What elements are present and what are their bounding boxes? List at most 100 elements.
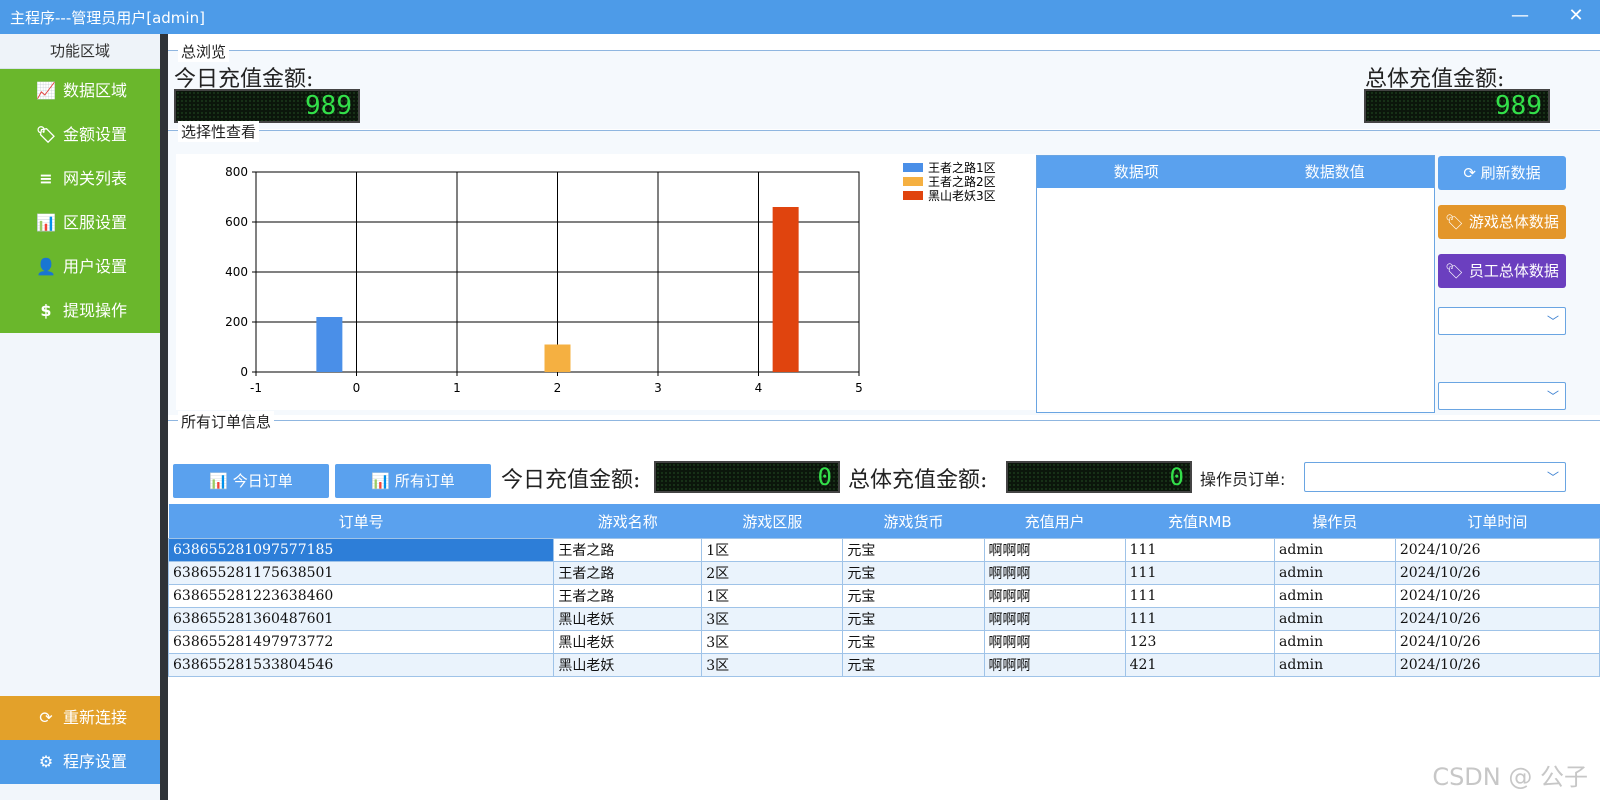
column-header[interactable]: 订单号 [168,504,554,539]
table-row[interactable]: 638655281360487601 黑山老妖 3区 元宝 啊啊啊 111 admin 202… [167,607,1600,631]
table-cell: 2024/10/26 [1394,653,1600,677]
table-row[interactable]: 638655281533804546 黑山老妖 3区 元宝 啊啊啊 421 admin 202… [167,653,1600,677]
sidebar-item-2[interactable]: ≡ 网关列表 [0,157,160,201]
refresh-data-button[interactable]: ⟳ 刷新数据 [1438,156,1566,190]
table-cell: 111 [1124,584,1276,608]
column-header[interactable]: 充值用户 [984,504,1126,539]
orders-table[interactable]: 订单号 游戏名称 游戏区服 游戏货币 充值用户 充值RMB 操作员 订单时间 63865528… [167,504,1600,677]
orders-today-display: 0 [654,461,840,493]
column-header[interactable]: 操作员 [1274,504,1396,539]
orders-today-label: 今日充值金额: [501,468,641,493]
bar-chart-icon: 📊 [36,213,56,232]
table-row[interactable]: 638655281497973772 黑山老妖 3区 元宝 啊啊啊 123 admin 202… [167,630,1600,654]
filter-combo-1[interactable]: ﹀ [1438,307,1566,335]
sidebar-item-4[interactable]: 👤 用户设置 [0,245,160,289]
program-settings-button[interactable]: ⚙ 程序设置 [0,740,160,784]
today-orders-label: 今日订单 [232,472,293,490]
column-header[interactable]: 游戏货币 [842,504,985,539]
refresh-icon: ⟳ [1463,164,1476,182]
sidebar-item-3[interactable]: 📊 区服设置 [0,201,160,245]
table-cell: 638655281097577185 [167,538,555,562]
staff-total-data-button[interactable]: 🏷 员工总体数据 [1438,254,1566,288]
column-header[interactable]: 充值RMB [1125,504,1275,539]
x-tick-label: 2 [554,381,562,395]
table-cell: 111 [1124,561,1276,585]
reconnect-label: 重新连接 [63,708,128,727]
column-header[interactable]: 游戏名称 [553,504,702,539]
column-header[interactable]: 游戏区服 [701,504,843,539]
orders-total-display: 0 [1006,461,1192,493]
today-orders-button[interactable]: 📊 今日订单 [173,464,329,498]
refresh-icon: ⟳ [39,708,53,727]
chevron-down-icon: ﹀ [1546,389,1559,404]
x-tick-label: 1 [453,381,461,395]
table-row[interactable]: 638655281097577185 王者之路 1区 元宝 啊啊啊 111 admin 202… [167,538,1600,562]
program-settings-label: 程序设置 [63,752,128,771]
table-cell: admin [1274,561,1396,585]
game-total-data-button[interactable]: 🏷 游戏总体数据 [1438,205,1566,239]
filter-combo-2[interactable]: ﹀ [1438,382,1566,410]
x-tick-label: -1 [250,381,262,395]
table-cell: 638655281223638460 [167,584,555,608]
table-cell: admin [1274,538,1396,562]
table-cell: 2024/10/26 [1394,630,1600,654]
table-cell: 1区 [701,584,844,608]
table-cell: admin [1274,630,1396,654]
table-cell: 111 [1124,538,1276,562]
data-grid[interactable]: 数据项 数据数值 [1036,155,1435,413]
table-cell: 啊啊啊 [983,653,1126,677]
bar-chart: -1 0 1 2 3 4 5 0 200 400 600 800 王者之路1区 王者之路2区 黑山老妖3区 [176,154,1036,410]
table-cell: 啊啊啊 [983,607,1126,631]
column-header[interactable]: 订单时间 [1395,504,1600,539]
y-tick-label: 800 [225,165,248,179]
operator-select[interactable]: ﹀ [1304,462,1566,492]
table-cell: 黑山老妖 [553,607,703,631]
sidebar-item-1[interactable]: 🏷 金额设置 [0,113,160,157]
close-button[interactable]: ✕ [1566,6,1586,26]
legend-swatch [903,191,923,200]
sidebar-item-label: 数据区域 [63,81,128,100]
table-cell: 3区 [701,630,844,654]
table-cell: 元宝 [842,561,985,585]
table-cell: 2024/10/26 [1394,561,1600,585]
table-cell: 黑山老妖 [553,630,703,654]
table-row[interactable]: 638655281223638460 王者之路 1区 元宝 啊啊啊 111 admin 202… [167,584,1600,608]
table-cell: 3区 [701,607,844,631]
tag-icon: 🏷 [1445,213,1465,231]
x-tick-label: 5 [855,381,863,395]
sidebar-item-label: 区服设置 [63,213,128,232]
data-grid-header: 数据项 数据数值 [1037,156,1434,188]
table-cell: 2024/10/26 [1394,538,1600,562]
table-cell: 2024/10/26 [1394,607,1600,631]
column-data-value[interactable]: 数据数值 [1236,156,1435,188]
sidebar-item-label: 网关列表 [63,169,128,188]
chevron-down-icon: ﹀ [1546,314,1559,329]
legend-swatch [903,177,923,186]
table-cell: 啊啊啊 [983,538,1126,562]
table-cell: 元宝 [842,538,985,562]
table-cell: 啊啊啊 [983,630,1126,654]
watermark: CSDN @ 公子 [1432,763,1588,791]
table-cell: 元宝 [842,584,985,608]
table-cell: 黑山老妖 [553,653,703,677]
table-cell: 123 [1124,630,1276,654]
table-cell: 王者之路 [553,561,703,585]
main-area: 总浏览 今日充值金额: 989 总体充值金额: 989 选择性查看 -1 0 1 2 3… [167,34,1600,800]
minimize-button[interactable]: — [1510,6,1530,26]
x-tick-label: 0 [353,381,361,395]
table-cell: 王者之路 [553,538,703,562]
chart-svg: -1 0 1 2 3 4 50200400600800 王者之路1区王者之路2区黑山老妖3区 [225,160,996,395]
all-orders-button[interactable]: 📊 所有订单 [335,464,491,498]
overview-legend: 总浏览 [178,41,230,62]
legend-label: 王者之路2区 [928,174,996,189]
sidebar-item-0[interactable]: 📈 数据区域 [0,69,160,113]
sidebar-item-5[interactable]: $ 提现操作 [0,289,160,333]
user-icon: 👤 [36,257,56,276]
column-data-item[interactable]: 数据项 [1037,156,1236,188]
operator-orders-label: 操作员订单: [1200,470,1286,489]
table-row[interactable]: 638655281175638501 王者之路 2区 元宝 啊啊啊 111 admin 202… [167,561,1600,585]
table-cell: 元宝 [842,653,985,677]
reconnect-button[interactable]: ⟳ 重新连接 [0,696,160,740]
bar-1 [544,344,571,372]
chart-line-icon: 📈 [36,81,56,100]
